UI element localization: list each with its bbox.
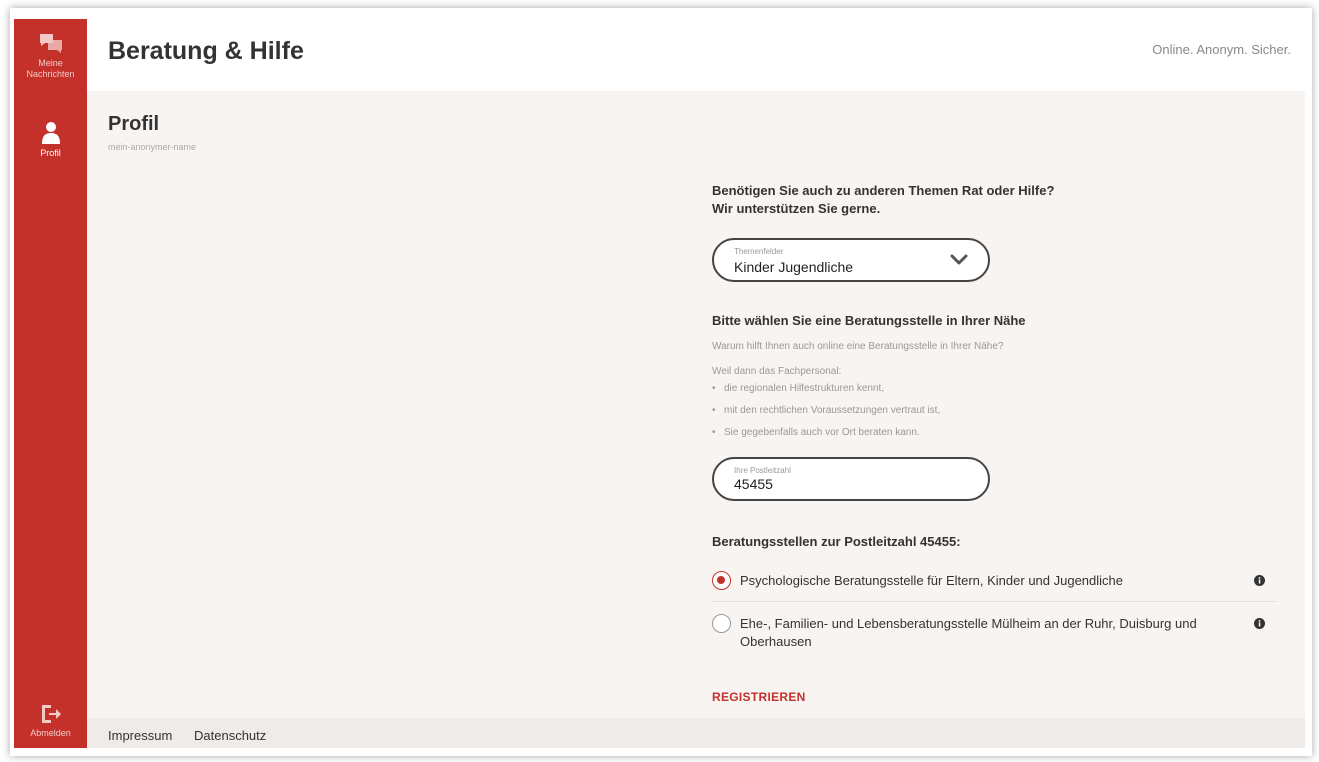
sidebar: Meine Nachrichten Profil Abmelden <box>14 19 87 748</box>
zip-input[interactable] <box>734 476 954 492</box>
username: mein-anonymer-name <box>108 142 197 152</box>
results-heading: Beratungsstellen zur Postleitzahl 45455: <box>712 534 961 549</box>
topic-select-label: Themenfelder <box>734 247 784 256</box>
sidebar-item-profile[interactable]: Profil <box>14 121 87 159</box>
sidebar-item-logout[interactable]: Abmelden <box>14 703 87 739</box>
center-option-label: Ehe-, Familien- und Lebensberatungsstell… <box>740 616 1197 649</box>
chat-bubbles-icon <box>39 34 62 53</box>
info-icon[interactable] <box>1254 618 1265 629</box>
zip-field-label: Ihre Postleitzahl <box>734 466 791 475</box>
main-content: Profil mein-anonymer-name Benötigen Sie … <box>87 91 1305 718</box>
center-option[interactable]: Ehe-, Familien- und Lebensberatungsstell… <box>712 611 1277 655</box>
person-icon <box>41 122 60 144</box>
sidebar-item-label: Nachrichten <box>26 69 75 79</box>
header: Beratung & Hilfe Online. Anonym. Sicher. <box>87 19 1305 91</box>
info-icon[interactable] <box>1254 575 1265 586</box>
tagline: Online. Anonym. Sicher. <box>1152 42 1291 57</box>
why-text: Warum hilft Ihnen auch online eine Berat… <box>712 341 1004 352</box>
question-line-2: Wir unterstützen Sie gerne. <box>712 201 881 216</box>
impressum-link[interactable]: Impressum <box>108 728 172 743</box>
center-option-label: Psychologische Beratungsstelle für Elter… <box>740 573 1124 588</box>
radio-button-selected[interactable] <box>712 571 731 590</box>
topic-select[interactable]: Themenfelder Kinder Jugendliche <box>712 238 990 282</box>
reason-item: Sie gegebenfalls auch vor Ort beraten ka… <box>712 427 920 438</box>
footer: Impressum Datenschutz <box>87 718 1305 748</box>
topic-select-value: Kinder Jugendliche <box>734 259 854 275</box>
because-text: Weil dann das Fachpersonal: <box>712 366 842 377</box>
page-title: Profil <box>108 113 160 135</box>
sidebar-item-label: Abmelden <box>30 728 71 738</box>
choose-center-heading: Bitte wählen Sie eine Beratungsstelle in… <box>712 313 1026 328</box>
sidebar-item-label: Profil <box>40 148 61 158</box>
center-option[interactable]: Psychologische Beratungsstelle für Elter… <box>712 568 1277 602</box>
sidebar-item-label: Meine <box>38 58 63 68</box>
logout-icon <box>41 705 61 723</box>
question-line-1: Benötigen Sie auch zu anderen Themen Rat… <box>712 183 1055 198</box>
datenschutz-link[interactable]: Datenschutz <box>194 728 266 743</box>
question-heading: Benötigen Sie auch zu anderen Themen Rat… <box>712 182 1132 218</box>
reason-item: mit den rechtlichen Voraussetzungen vert… <box>712 405 940 416</box>
zip-field[interactable]: Ihre Postleitzahl <box>712 457 990 501</box>
register-button[interactable]: REGISTRIEREN <box>712 690 806 704</box>
chevron-down-icon <box>950 254 968 265</box>
app-title: Beratung & Hilfe <box>108 37 304 65</box>
sidebar-item-messages[interactable]: Meine Nachrichten <box>14 33 87 80</box>
radio-button[interactable] <box>712 614 731 633</box>
reason-item: die regionalen Hilfestrukturen kennt, <box>712 383 884 394</box>
